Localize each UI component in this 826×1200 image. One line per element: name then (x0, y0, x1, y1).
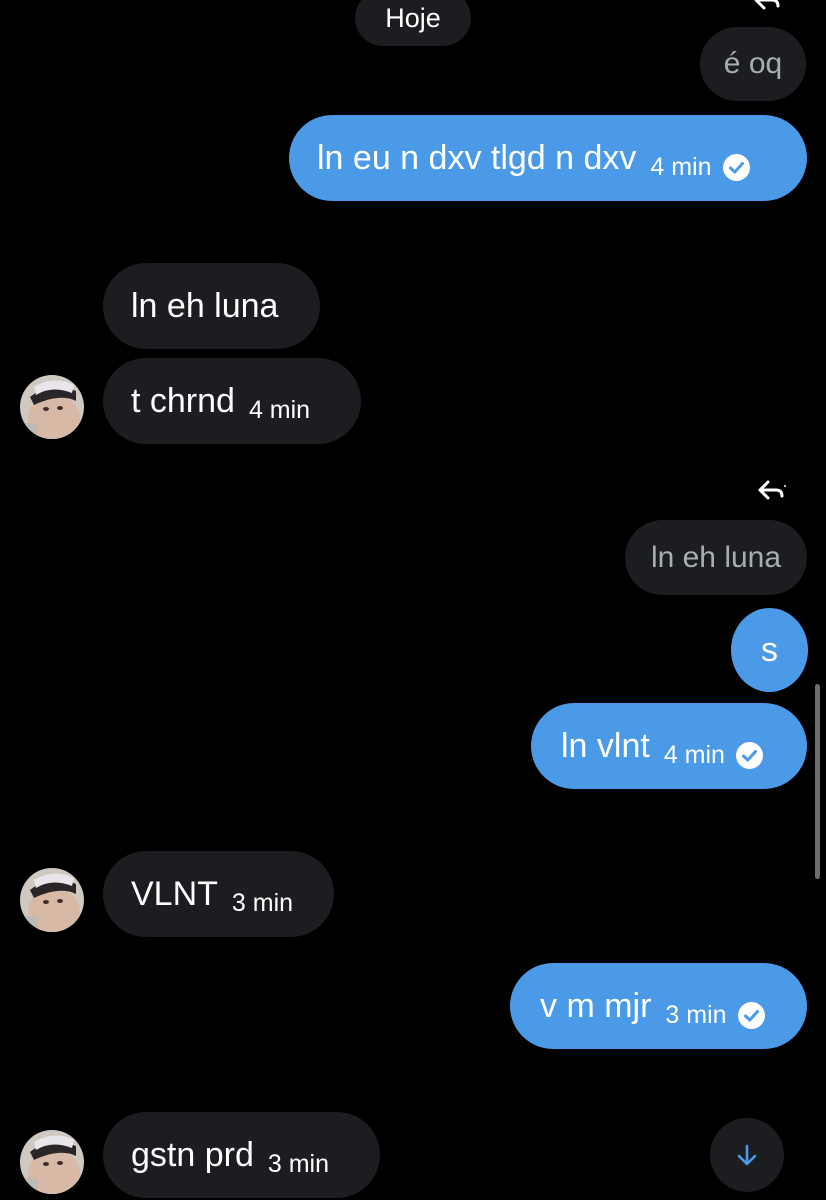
message-text: v m mjr (540, 987, 652, 1025)
received-message[interactable]: t chrnd 4 min (103, 358, 361, 444)
message-text: ln eh luna (131, 287, 279, 325)
quoted-message[interactable]: ln eh luna (625, 520, 807, 595)
message-time: 4 min (650, 152, 712, 181)
date-separator-label: Hoje (385, 2, 441, 33)
quoted-message-text: ln eh luna (650, 540, 782, 574)
reply-icon (754, 0, 780, 10)
received-message[interactable]: gstn prd 3 min (103, 1112, 380, 1198)
message-time: 4 min (663, 740, 725, 769)
message-text: ln eu n dxv tlgd n dxv (317, 139, 637, 177)
scroll-to-bottom-button[interactable] (710, 1118, 784, 1192)
message-text: t chrnd (131, 382, 235, 420)
sent-message[interactable]: s (731, 608, 808, 692)
message-text: VLNT (131, 875, 218, 913)
avatar-image (20, 375, 84, 439)
avatar-image (20, 1130, 84, 1194)
quoted-message-text: é oq (723, 47, 783, 80)
sent-message[interactable]: v m mjr 3 min (510, 963, 807, 1049)
avatar-image (20, 868, 84, 932)
quoted-message[interactable]: é oq (700, 27, 806, 101)
message-time: 3 min (231, 888, 294, 917)
check-circle-icon (735, 741, 763, 769)
avatar[interactable] (20, 1130, 84, 1194)
sent-message[interactable]: ln eu n dxv tlgd n dxv 4 min (289, 115, 807, 201)
message-text: ln vlnt (561, 727, 650, 765)
check-circle-icon (737, 1001, 765, 1029)
message-text: s (761, 631, 778, 669)
received-message[interactable]: VLNT 3 min (103, 851, 334, 937)
scrollbar-thumb[interactable] (815, 684, 820, 879)
message-time: 3 min (665, 1000, 727, 1029)
date-separator: Hoje (355, 0, 471, 46)
reply-icon (758, 480, 786, 500)
arrow-down-icon (737, 1144, 757, 1166)
message-time: 3 min (267, 1149, 329, 1178)
sent-message[interactable]: ln vlnt 4 min (531, 703, 807, 789)
message-time: 4 min (248, 395, 311, 424)
check-circle-icon (722, 153, 750, 181)
avatar[interactable] (20, 375, 84, 439)
avatar[interactable] (20, 868, 84, 932)
message-text: gstn prd (131, 1136, 254, 1174)
received-message[interactable]: ln eh luna (103, 263, 320, 349)
